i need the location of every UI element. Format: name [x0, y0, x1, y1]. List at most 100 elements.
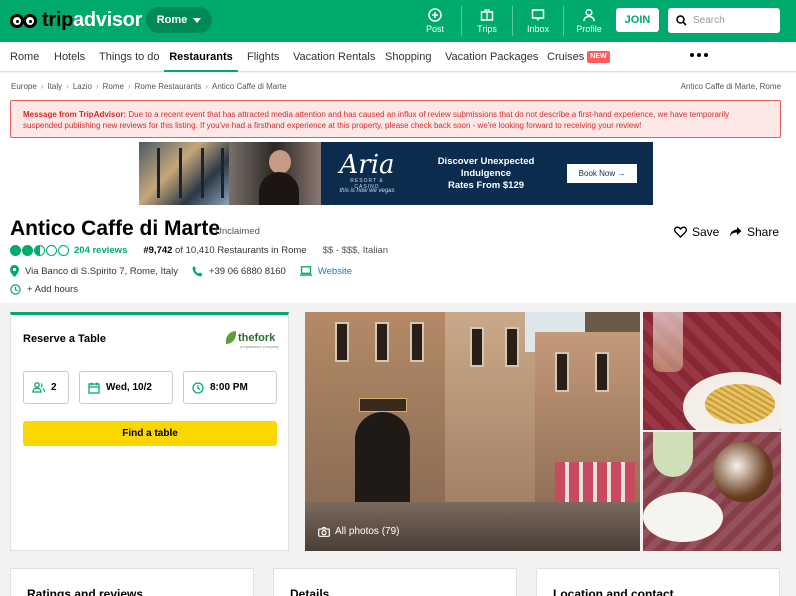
share-button[interactable]: Share	[729, 225, 779, 239]
ratings-reviews-section: Ratings and reviews	[10, 568, 254, 596]
breadcrumb-rome[interactable]: Rome	[103, 82, 124, 91]
header-nav-trips-label: Trips	[477, 24, 497, 34]
rating-bubbles	[10, 245, 69, 256]
details-heading: Details	[290, 587, 330, 596]
claim-status[interactable]: Unclaimed	[215, 226, 260, 237]
contact-row: Via Banco di S.Spirito 7, Rome, Italy +3…	[10, 265, 366, 277]
nav-item-cruises[interactable]: Cruises NEW	[547, 42, 610, 72]
party-size-value: 2	[51, 382, 57, 393]
plus-circle-icon	[428, 8, 442, 22]
all-photos-button[interactable]: All photos (79)	[318, 526, 399, 537]
share-icon	[730, 227, 742, 237]
price-cuisine[interactable]: $$ - $$$, Italian	[323, 245, 389, 256]
ad-hotel-photo	[139, 142, 229, 205]
tripadvisor-logo[interactable]: tripadvisor	[10, 9, 142, 32]
join-button[interactable]: JOIN	[616, 8, 659, 32]
reviews-count-link[interactable]: 204 reviews	[74, 245, 127, 256]
breadcrumb-italy[interactable]: Italy	[47, 82, 62, 91]
ad-book-now-button[interactable]: Book Now →	[567, 164, 637, 183]
ratings-reviews-heading: Ratings and reviews	[27, 587, 144, 596]
ad-headline: Discover Unexpected Indulgence Rates Fro…	[421, 156, 551, 192]
header-nav-trips[interactable]: Trips	[462, 0, 512, 42]
inbox-icon	[531, 9, 545, 21]
address-text: Via Banco di S.Spirito 7, Rome, Italy	[25, 265, 178, 277]
logo-text-advisor: advisor	[73, 9, 143, 31]
geo-selector-button[interactable]: Rome	[146, 7, 212, 33]
breadcrumb-lazio[interactable]: Lazio	[73, 82, 92, 91]
search-input[interactable]: Search	[668, 8, 780, 33]
location-contact-heading: Location and contact	[553, 587, 674, 596]
party-size-selector[interactable]: 2	[23, 371, 69, 404]
nav-item-shopping[interactable]: Shopping	[385, 42, 432, 72]
calendar-icon	[88, 382, 100, 394]
nav-item-things-to-do[interactable]: Things to do	[99, 42, 160, 72]
phone-text: +39 06 6880 8160	[208, 265, 286, 277]
header-nav-inbox[interactable]: Inbox	[513, 0, 563, 42]
website-link[interactable]: Website	[299, 265, 352, 277]
save-button[interactable]: Save	[674, 225, 719, 239]
chevron-down-icon	[193, 17, 202, 23]
nav-item-flights[interactable]: Flights	[247, 42, 279, 72]
find-a-table-button[interactable]: Find a table	[23, 421, 277, 446]
phone-link[interactable]: +39 06 6880 8160	[192, 265, 286, 277]
header-nav-post[interactable]: Post	[410, 0, 460, 42]
pasta-dish-photo[interactable]	[643, 312, 781, 430]
aria-tagline: this is how we vegas	[339, 188, 395, 194]
ad-headline-line1: Discover Unexpected	[437, 156, 535, 167]
header-nav-profile-label: Profile	[576, 24, 602, 34]
clock-icon	[10, 284, 21, 295]
ad-headline-line2: Indulgence	[460, 168, 512, 179]
breadcrumb-rome-restaurants[interactable]: Rome Restaurants	[135, 82, 202, 91]
breadcrumb-location: Antico Caffe di Marte, Rome	[680, 82, 781, 91]
rank-rest: of 10,410 Restaurants in Rome	[172, 245, 307, 256]
address-link[interactable]: Via Banco di S.Spirito 7, Rome, Italy	[10, 265, 178, 277]
main-restaurant-photo[interactable]	[305, 312, 640, 551]
nav-item-rome[interactable]: Rome	[10, 42, 39, 72]
nav-item-cruises-label: Cruises	[547, 51, 585, 63]
breadcrumb-current: Antico Caffe di Marte	[212, 82, 287, 91]
share-label: Share	[747, 225, 780, 239]
breadcrumb-europe[interactable]: Europe	[11, 82, 37, 91]
reserve-table-card: Reserve a Table thefork a tripadvisor co…	[10, 312, 289, 551]
phone-icon	[192, 265, 203, 276]
heart-icon	[674, 226, 687, 238]
geo-label: Rome	[156, 14, 188, 26]
header-nav-profile[interactable]: Profile	[564, 0, 614, 42]
nav-item-hotels[interactable]: Hotels	[54, 42, 85, 72]
rating-row: 204 reviews #9,742 of 10,410 Restaurants…	[10, 245, 388, 256]
tripadvisor-message-alert: Message from TripAdvisor: Due to a recen…	[10, 100, 781, 138]
website-text: Website	[317, 265, 352, 277]
location-contact-section: Location and contact	[536, 568, 780, 596]
time-selector[interactable]: 8:00 PM	[183, 371, 277, 404]
nav-item-vacation-packages[interactable]: Vacation Packages	[445, 42, 538, 72]
person-icon	[583, 8, 595, 22]
search-icon	[676, 15, 687, 26]
logo-text-trip: trip	[42, 9, 74, 31]
nav-item-restaurants[interactable]: Restaurants	[164, 42, 238, 72]
search-placeholder: Search	[693, 15, 725, 26]
date-selector[interactable]: Wed, 10/2	[79, 371, 173, 404]
laptop-icon	[299, 266, 312, 276]
restaurant-name: Antico Caffe di Marte	[10, 217, 221, 240]
map-pin-icon	[10, 265, 19, 277]
add-hours-text: + Add hours	[27, 284, 78, 295]
aria-logo: Aria	[339, 150, 395, 180]
nav-item-vacation-rentals[interactable]: Vacation Rentals	[293, 42, 375, 72]
ranking-text[interactable]: #9,742 of 10,410 Restaurants in Rome	[143, 245, 306, 256]
alert-title: Message from TripAdvisor:	[23, 110, 127, 119]
new-badge: NEW	[587, 51, 610, 64]
briefcase-icon	[480, 9, 494, 21]
date-value: Wed, 10/2	[106, 382, 152, 393]
owl-icon	[10, 12, 38, 30]
fork-leaf-icon	[226, 331, 236, 344]
aria-ad-banner[interactable]: Aria RESORT & CASINO this is how we vega…	[139, 142, 653, 205]
save-label: Save	[692, 225, 720, 239]
add-hours-link[interactable]: + Add hours	[10, 284, 78, 295]
reserve-title: Reserve a Table	[23, 333, 106, 345]
all-photos-label: All photos (79)	[335, 526, 400, 537]
category-nav: Rome Hotels Things to do Restaurants Fli…	[0, 42, 796, 72]
header-nav-inbox-label: Inbox	[526, 24, 550, 34]
rank-number: #9,742	[143, 245, 173, 256]
more-options-icon[interactable]	[690, 53, 708, 57]
dessert-photo[interactable]	[643, 432, 781, 551]
